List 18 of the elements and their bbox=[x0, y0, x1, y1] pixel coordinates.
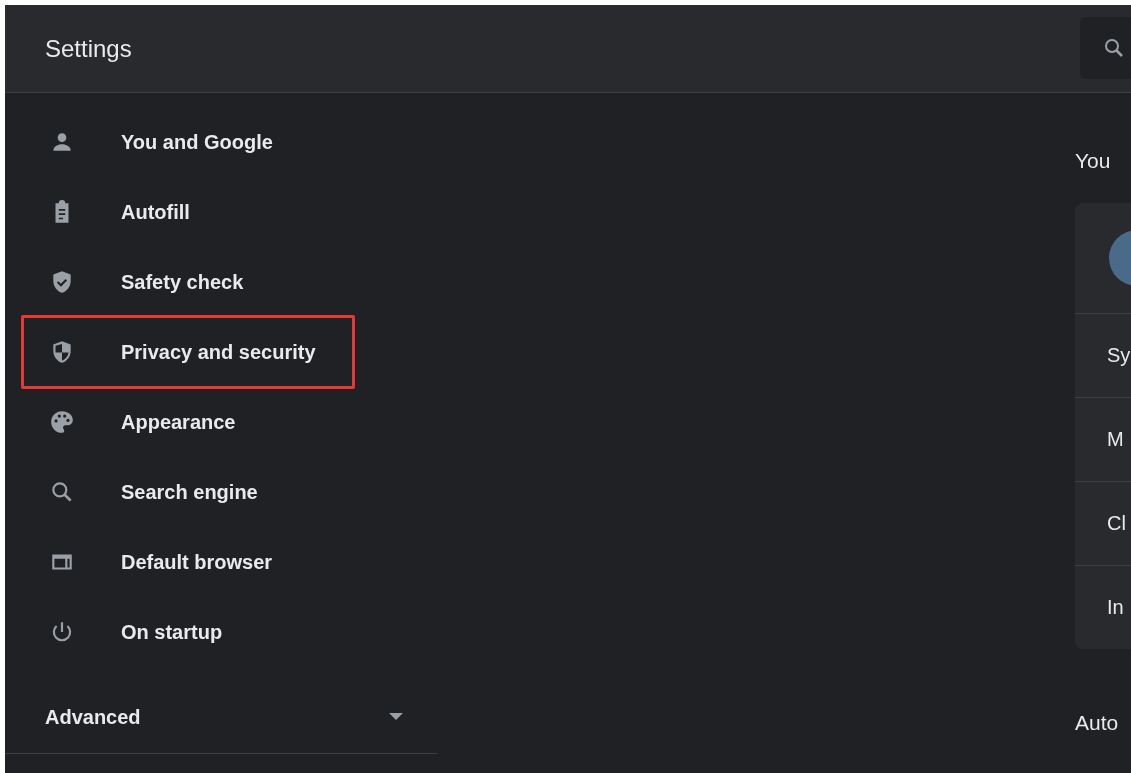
sidebar-item[interactable]: Privacy and security bbox=[5, 324, 316, 380]
card-row-label[interactable]: Cl bbox=[1107, 508, 1126, 538]
sidebar-item[interactable]: Autofill bbox=[5, 184, 190, 240]
sidebar-item[interactable]: Search engine bbox=[5, 464, 258, 520]
card-row-label[interactable]: In bbox=[1107, 592, 1124, 622]
sidebar-item[interactable]: On startup bbox=[5, 604, 223, 660]
card-row-label[interactable]: Sy bbox=[1107, 340, 1131, 370]
page-title: Settings bbox=[45, 33, 132, 64]
card-row-label[interactable]: M bbox=[1107, 424, 1124, 454]
section-title: You bbox=[1075, 148, 1112, 174]
caret-icon bbox=[389, 713, 403, 721]
section-title: Auto bbox=[1075, 709, 1120, 736]
advanced-toggle[interactable]: Advanced bbox=[5, 681, 437, 753]
sidebar-item[interactable]: Default browser bbox=[5, 534, 273, 590]
sidebar-item[interactable]: You and Google bbox=[5, 114, 273, 170]
sidebar-item[interactable]: Safety check bbox=[5, 254, 244, 310]
palette-icon bbox=[49, 409, 75, 435]
sidebar-item[interactable]: Appearance bbox=[5, 394, 236, 450]
